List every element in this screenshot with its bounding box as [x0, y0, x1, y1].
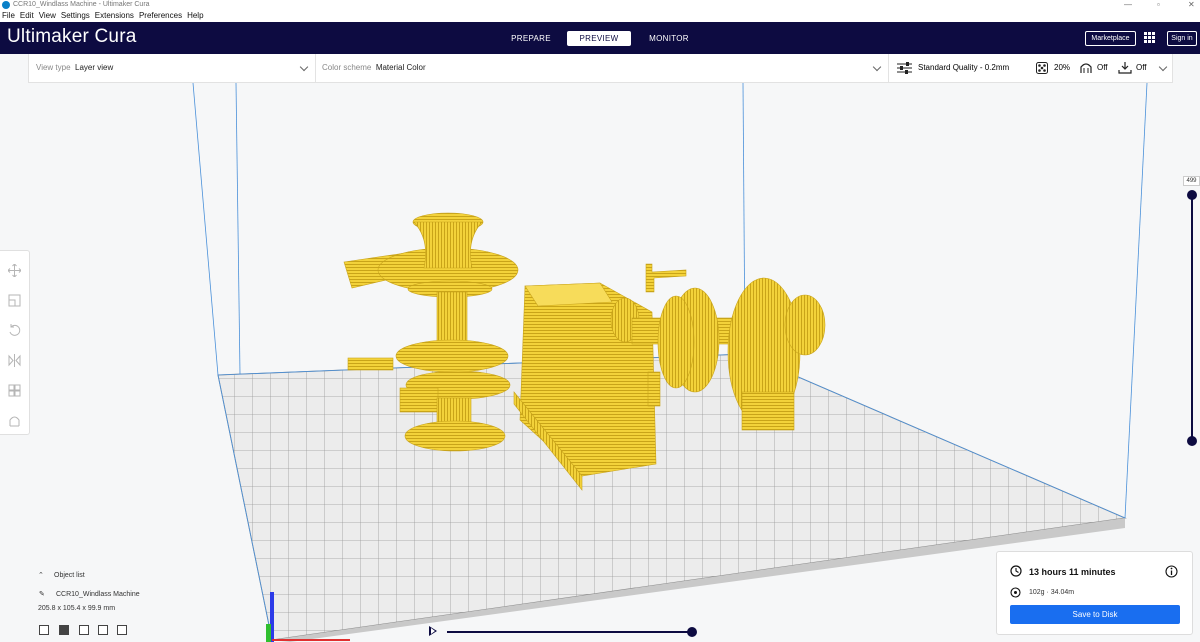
- mirror-icon[interactable]: [8, 354, 21, 367]
- info-icon[interactable]: [1165, 565, 1178, 578]
- adhesion-icon: [1118, 62, 1132, 74]
- chevron-up-icon[interactable]: ⌃: [38, 571, 44, 579]
- app-header: Ultimaker Cura PREPARE PREVIEW MONITOR M…: [0, 22, 1200, 54]
- clock-icon: [1010, 565, 1022, 577]
- menu-bar: File Edit View Settings Extensions Preference…: [0, 10, 1200, 22]
- view-top-icon[interactable]: [79, 625, 89, 635]
- sign-in-button[interactable]: Sign in: [1167, 31, 1197, 46]
- color-scheme-select[interactable]: Color scheme Material Color: [322, 54, 882, 82]
- support-blocker-icon[interactable]: [8, 414, 21, 427]
- layer-slider-track[interactable]: [1191, 192, 1193, 442]
- object-dimensions: 205.8 x 105.4 x 99.9 mm: [38, 605, 116, 612]
- pencil-icon[interactable]: ✎: [39, 590, 45, 598]
- adhesion-value[interactable]: Off: [1136, 54, 1147, 82]
- build-plate: [217, 353, 1127, 642]
- save-to-disk-button[interactable]: Save to Disk: [1010, 605, 1180, 624]
- view-3d-icon[interactable]: [39, 625, 49, 635]
- tab-prepare[interactable]: PREPARE: [505, 31, 557, 46]
- brand-logo: Ultimaker Cura: [7, 26, 137, 47]
- layer-slider-upper-handle[interactable]: [1187, 190, 1197, 200]
- tool-panel: [0, 250, 30, 435]
- view-front-icon[interactable]: [59, 625, 69, 635]
- y-axis-indicator: [266, 624, 271, 642]
- tab-preview[interactable]: PREVIEW: [567, 31, 631, 46]
- view-right-icon[interactable]: [117, 625, 127, 635]
- menu-file[interactable]: File: [2, 10, 15, 22]
- simulation-slider-track[interactable]: [447, 631, 691, 633]
- estimated-print-time: 13 hours 11 minutes: [1029, 567, 1116, 577]
- layer-number-label[interactable]: 499: [1183, 176, 1200, 186]
- move-icon[interactable]: [8, 264, 21, 277]
- marketplace-button[interactable]: Marketplace: [1085, 31, 1136, 46]
- rotate-icon[interactable]: [8, 324, 21, 337]
- close-icon[interactable]: ✕: [1188, 0, 1195, 10]
- apps-grid-icon[interactable]: [1144, 32, 1156, 44]
- tab-monitor[interactable]: MONITOR: [641, 31, 697, 46]
- preview-toolbar: View type Layer view Color scheme Materi…: [28, 54, 1173, 83]
- infill-icon: [1036, 62, 1048, 74]
- menu-preferences[interactable]: Preferences: [139, 10, 182, 22]
- spool-icon: [1010, 587, 1021, 598]
- menu-edit[interactable]: Edit: [20, 10, 34, 22]
- sliders-icon: [897, 62, 912, 74]
- object-name[interactable]: CCR10_Windlass Machine: [56, 591, 140, 598]
- infill-value[interactable]: 20%: [1054, 54, 1070, 82]
- menu-settings[interactable]: Settings: [61, 10, 90, 22]
- window-titlebar: CCR10_Windlass Machine - Ultimaker Cura …: [0, 0, 1200, 10]
- view-left-icon[interactable]: [98, 625, 108, 635]
- print-info-panel: 13 hours 11 minutes 102g · 34.04m Save t…: [996, 551, 1193, 635]
- menu-help[interactable]: Help: [187, 10, 203, 22]
- material-estimate: 102g · 34.04m: [1029, 589, 1075, 596]
- menu-extensions[interactable]: Extensions: [95, 10, 134, 22]
- menu-view[interactable]: View: [39, 10, 56, 22]
- simulation-slider-handle[interactable]: [687, 627, 697, 637]
- window-title: CCR10_Windlass Machine - Ultimaker Cura: [13, 1, 150, 8]
- layer-slider-lower-handle[interactable]: [1187, 436, 1197, 446]
- cura-app-icon: [2, 1, 10, 9]
- view-type-select[interactable]: View type Layer view: [36, 54, 312, 82]
- support-value[interactable]: Off: [1097, 54, 1108, 82]
- minimize-icon[interactable]: —: [1124, 0, 1132, 10]
- chevron-down-icon[interactable]: [1158, 62, 1168, 72]
- support-icon: [1080, 63, 1092, 73]
- maximize-icon[interactable]: ▫: [1157, 0, 1160, 10]
- object-list-toggle[interactable]: Object list: [54, 572, 85, 579]
- scale-icon[interactable]: [8, 294, 21, 307]
- print-quality-label[interactable]: Standard Quality - 0.2mm: [918, 54, 1009, 82]
- per-model-settings-icon[interactable]: [8, 384, 21, 397]
